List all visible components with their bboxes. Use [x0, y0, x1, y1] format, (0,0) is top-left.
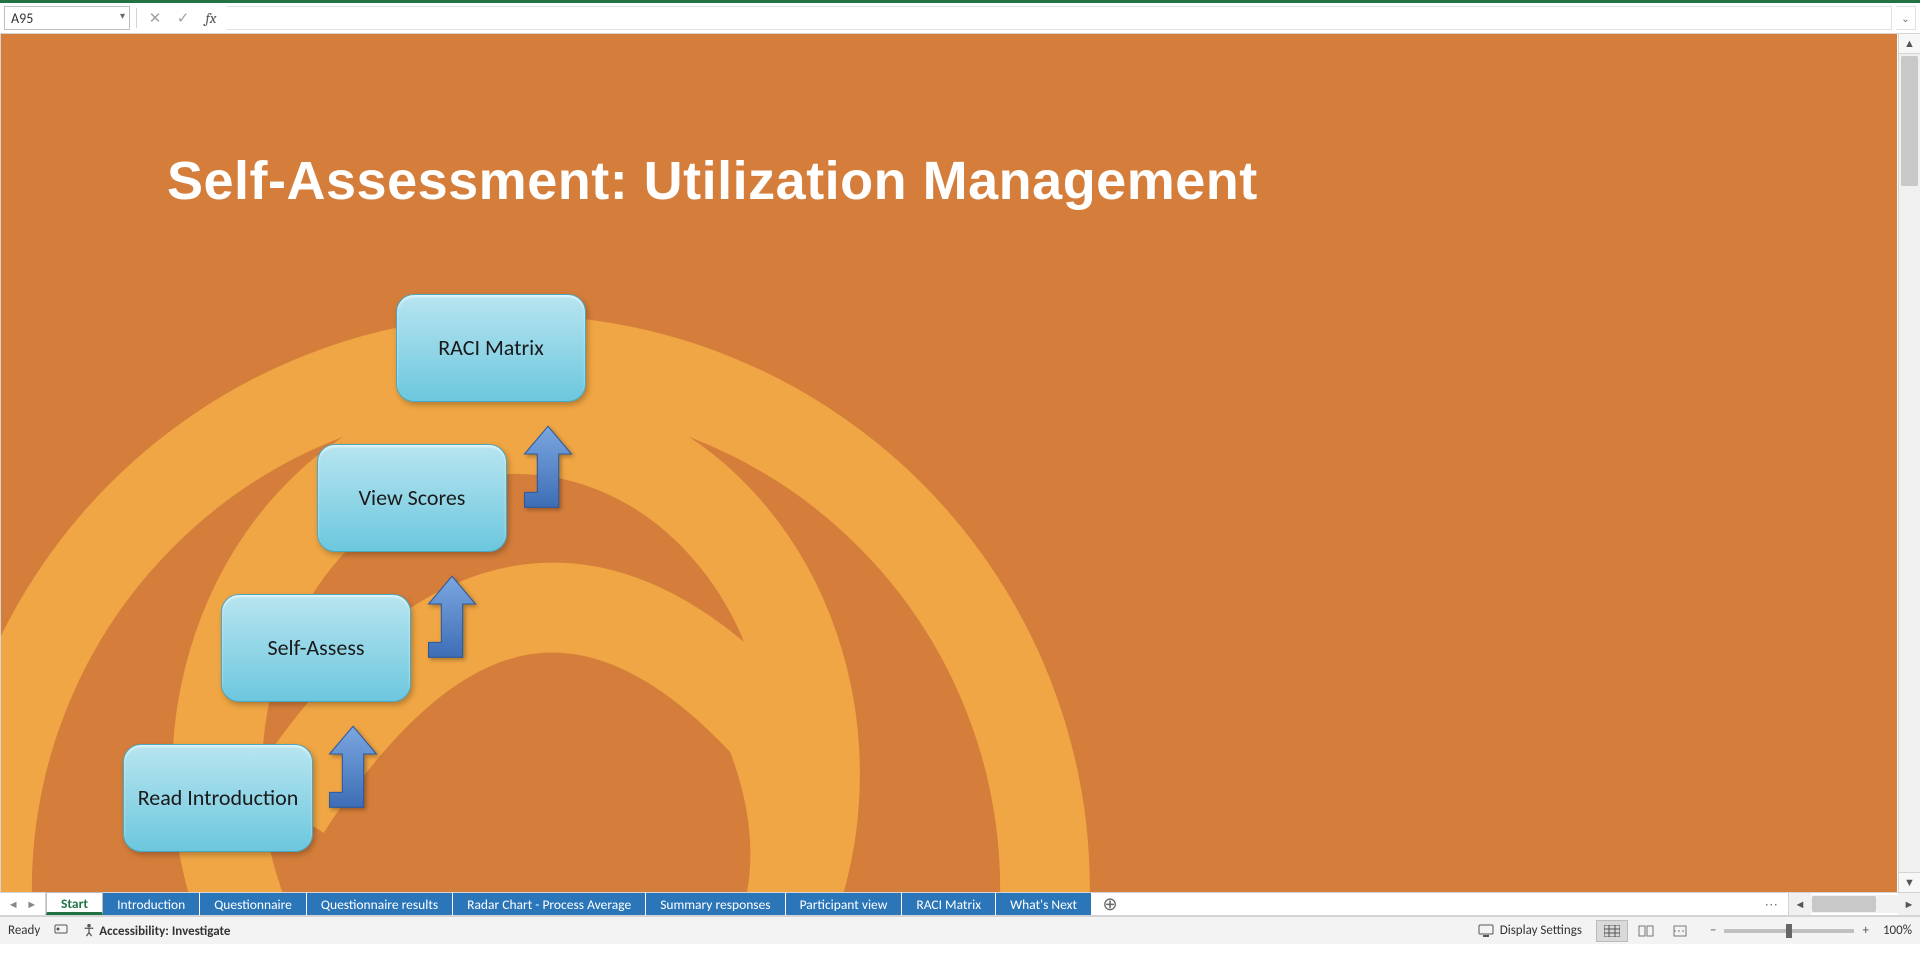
hscroll-right-icon[interactable]: ►: [1898, 893, 1920, 915]
zoom-in-button[interactable]: +: [1862, 923, 1868, 938]
step-raci-matrix[interactable]: RACI Matrix: [396, 294, 586, 402]
new-sheet-button[interactable]: ⊕: [1092, 893, 1128, 915]
step-label: View Scores: [359, 484, 466, 512]
display-settings-icon: [1478, 924, 1494, 938]
accessibility-icon: [82, 924, 99, 939]
sheet-tab-questionnaire-results[interactable]: Questionnaire results: [307, 893, 453, 915]
confirm-formula-icon[interactable]: ✓: [171, 6, 195, 30]
sheet-tab-questionnaire[interactable]: Questionnaire: [200, 893, 307, 915]
step-self-assess[interactable]: Self-Assess: [221, 594, 411, 702]
scroll-down-icon[interactable]: ▼: [1899, 872, 1920, 892]
sheet-tab-radar-chart-process-average[interactable]: Radar Chart - Process Average: [453, 893, 646, 915]
scroll-thumb[interactable]: [1901, 56, 1918, 186]
sheet-tab-what-s-next[interactable]: What's Next: [996, 893, 1092, 915]
status-mode: Ready: [8, 923, 40, 938]
cancel-formula-icon[interactable]: ✕: [143, 6, 167, 30]
zoom-thumb[interactable]: [1786, 924, 1792, 938]
hscroll-left-icon[interactable]: ◄: [1789, 893, 1811, 915]
view-page-break-button[interactable]: [1664, 920, 1696, 942]
accessibility-status[interactable]: Accessibility: Investigate: [82, 923, 230, 939]
sheet-tab-strip: ◄ ► StartIntroductionQuestionnaireQuesti…: [0, 892, 1920, 916]
tab-overflow-icon[interactable]: ⋯: [1755, 893, 1789, 915]
horizontal-scrollbar[interactable]: ◄ ►: [1788, 893, 1920, 915]
formula-bar: A95 ▾ ✕ ✓ fx ⌄: [0, 3, 1920, 34]
macro-record-icon[interactable]: [54, 922, 68, 940]
sheet-tab-start[interactable]: Start: [46, 892, 103, 915]
worksheet-canvas[interactable]: Self-Assessment: Utilization Management …: [1, 34, 1897, 892]
sheet-tab-introduction[interactable]: Introduction: [103, 893, 200, 915]
status-bar: Ready Accessibility: Investigate Display…: [0, 916, 1920, 944]
cell-reference: A95: [11, 10, 33, 27]
step-label: Self-Assess: [267, 634, 364, 662]
tab-next-icon[interactable]: ►: [26, 898, 37, 911]
zoom-out-button[interactable]: −: [1710, 923, 1716, 938]
display-settings-button[interactable]: Display Settings: [1478, 923, 1582, 938]
tab-nav[interactable]: ◄ ►: [0, 893, 46, 915]
connector-arrow-icon: [515, 422, 581, 518]
connector-arrow-icon: [419, 572, 485, 668]
vertical-scrollbar[interactable]: ▲ ▼: [1898, 34, 1920, 892]
sheet-tab-raci-matrix[interactable]: RACI Matrix: [902, 893, 996, 915]
formula-input[interactable]: [227, 6, 1892, 30]
name-box-dropdown-icon[interactable]: ▾: [120, 9, 125, 22]
expand-formula-bar-icon[interactable]: ⌄: [1896, 6, 1916, 30]
step-label: RACI Matrix: [438, 334, 544, 362]
hscroll-thumb[interactable]: [1812, 896, 1876, 912]
zoom-level[interactable]: 100%: [1883, 923, 1912, 938]
connector-arrow-icon: [320, 722, 386, 818]
page-title: Self-Assessment: Utilization Management: [167, 150, 1258, 212]
zoom-slider[interactable]: − +: [1710, 923, 1869, 938]
step-read-introduction[interactable]: Read Introduction: [123, 744, 313, 852]
step-view-scores[interactable]: View Scores: [317, 444, 507, 552]
step-label: Read Introduction: [138, 784, 299, 812]
name-box[interactable]: A95 ▾: [4, 6, 130, 30]
view-page-layout-button[interactable]: [1630, 920, 1662, 942]
sheet-tab-participant-view[interactable]: Participant view: [786, 893, 903, 915]
sheet-tab-summary-responses[interactable]: Summary responses: [646, 893, 785, 915]
view-normal-button[interactable]: [1596, 920, 1628, 942]
scroll-up-icon[interactable]: ▲: [1899, 34, 1920, 54]
tab-prev-icon[interactable]: ◄: [8, 898, 19, 911]
fx-icon[interactable]: fx: [199, 6, 223, 30]
